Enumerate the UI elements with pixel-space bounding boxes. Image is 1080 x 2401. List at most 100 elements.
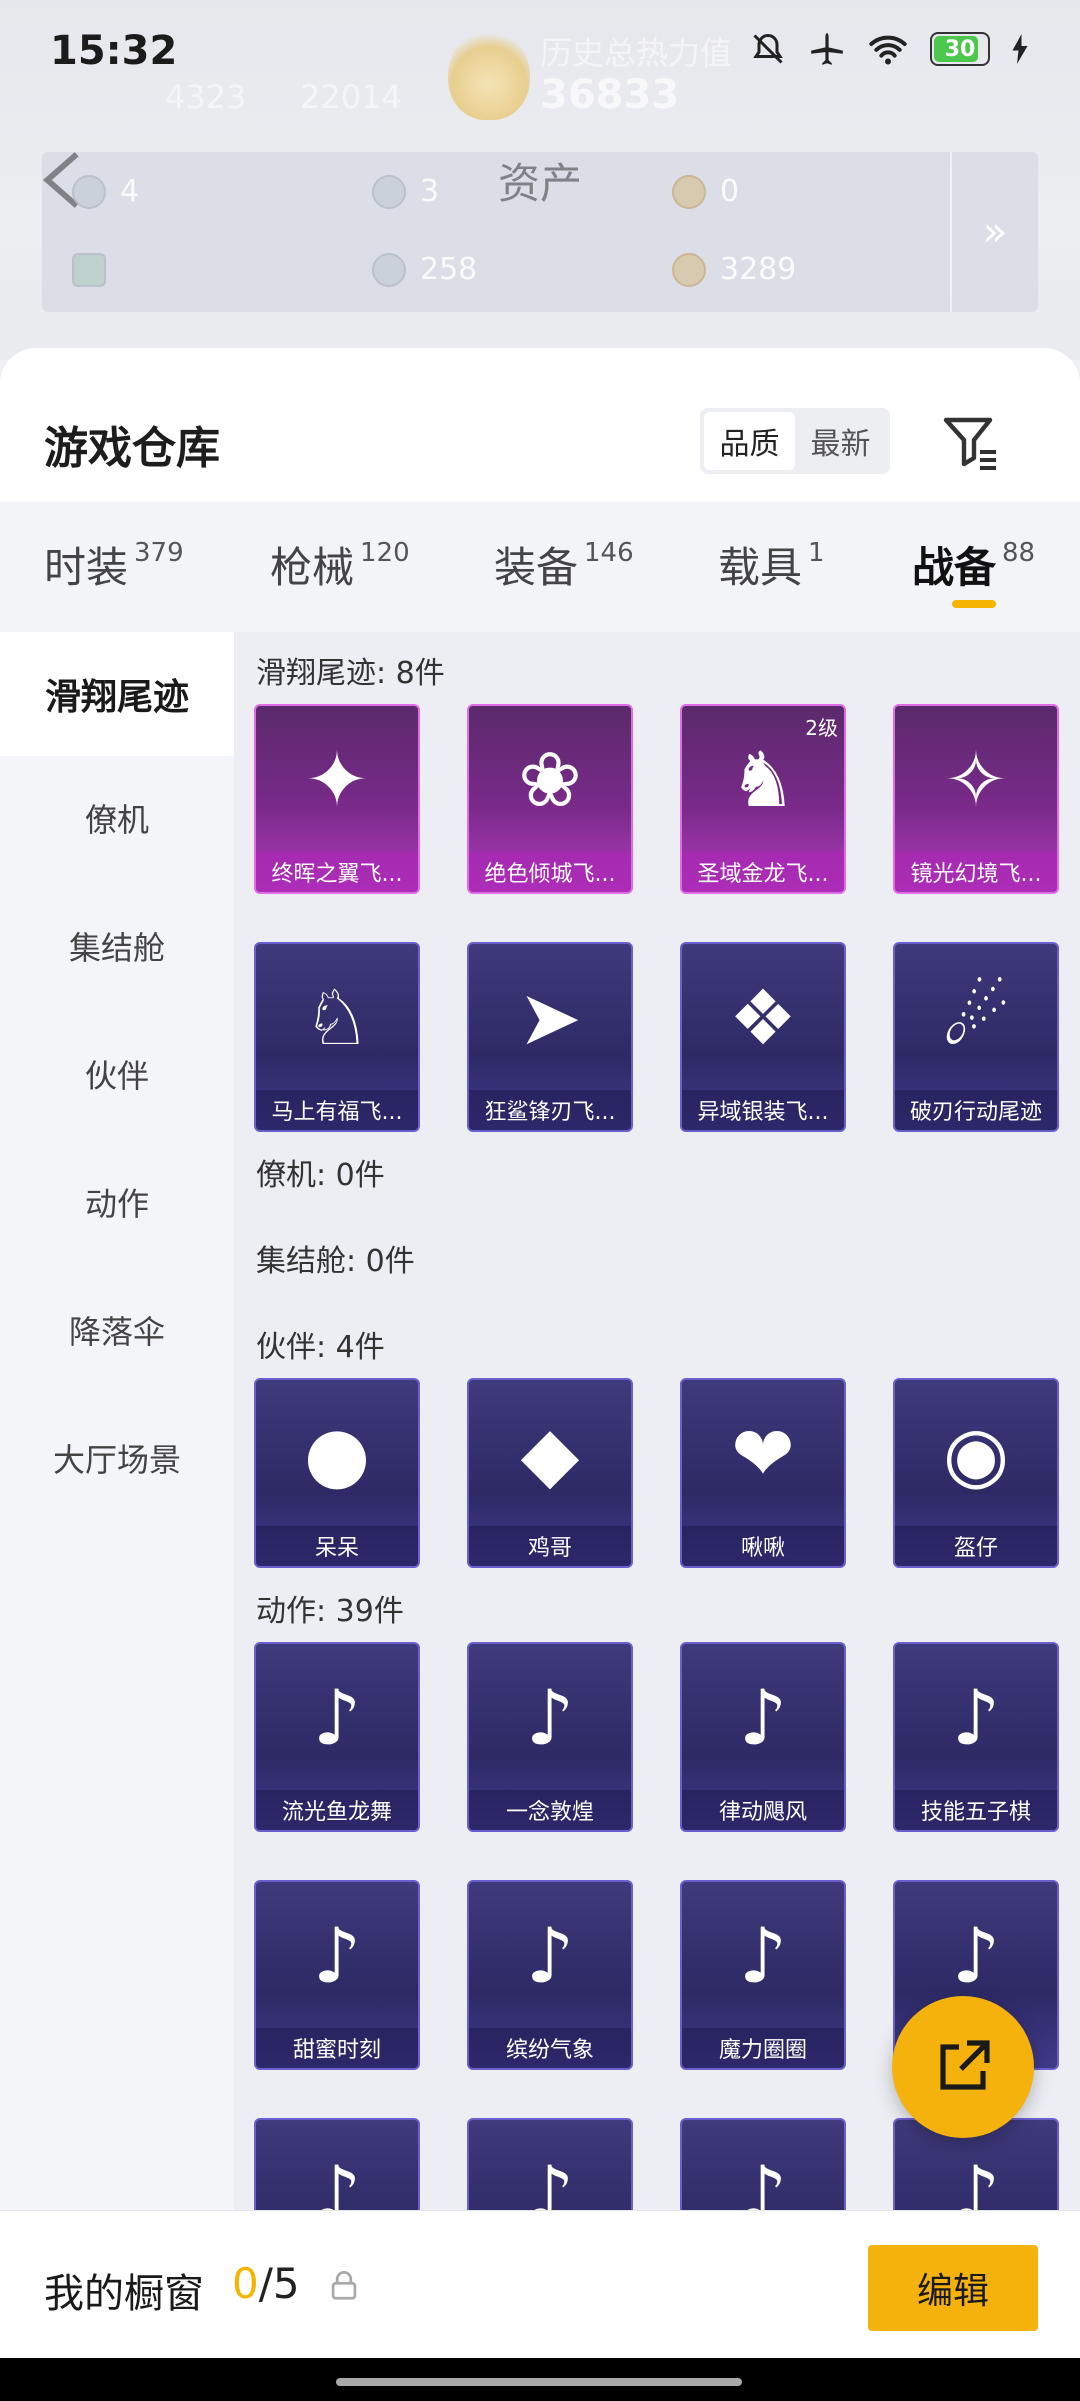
item-name: 甜蜜时刻	[256, 2028, 418, 2068]
asset-item: 4	[72, 174, 139, 209]
item-name: 律动飓风	[682, 1790, 844, 1830]
sidebar-item-wingman[interactable]: 僚机	[0, 756, 234, 880]
item-name: 绝色倾城飞...	[469, 852, 631, 892]
rooster-icon: ◆	[520, 1408, 580, 1498]
sort-newest-button[interactable]: 最新	[795, 412, 886, 470]
heat-label: 历史总热力值	[540, 34, 733, 72]
dance-pose-icon: ♪	[525, 1672, 575, 1762]
share-button[interactable]	[892, 1996, 1034, 2138]
item-name: 缤纷气象	[469, 2028, 631, 2068]
dance-pose-icon: ♪	[312, 1672, 362, 1762]
sidebar-item-glide-trail[interactable]: 滑翔尾迹	[0, 632, 234, 756]
section-title: 集结舱: 0件	[256, 1244, 415, 1279]
item-name: 终晖之翼飞...	[256, 852, 418, 892]
item-card[interactable]: ❀ 绝色倾城飞...	[467, 704, 633, 894]
item-name: 呆呆	[256, 1526, 418, 1566]
showcase-bar: 我的橱窗 0/5 编辑	[0, 2210, 1080, 2358]
item-card[interactable]: ♘ 马上有福飞...	[254, 942, 420, 1132]
section-title: 伙伴: 4件	[256, 1330, 385, 1365]
item-name: 马上有福飞...	[256, 1090, 418, 1130]
airplane-icon	[811, 33, 843, 65]
tab-fashion[interactable]: 时装 379	[44, 534, 184, 595]
item-name: 流光鱼龙舞	[256, 1790, 418, 1830]
share-out-icon	[940, 2040, 990, 2090]
item-card[interactable]: ☄ 破刃行动尾迹	[893, 942, 1059, 1132]
status-icons: 30	[750, 30, 1028, 68]
double-chevron-right-icon[interactable]: »	[950, 152, 1038, 312]
sort-quality-button[interactable]: 品质	[704, 412, 795, 470]
item-card[interactable]: ❖ 异域银装飞...	[680, 942, 846, 1132]
dance-pose-icon: ♪	[951, 1672, 1001, 1762]
item-name: 狂鲨锋刃飞...	[469, 1090, 631, 1130]
subcategory-sidebar: 滑翔尾迹 僚机 集结舱 伙伴 动作 降落伞 大厅场景	[0, 632, 234, 2401]
stat-b: 22014	[300, 78, 402, 116]
item-card[interactable]: ♪ 流光鱼龙舞	[254, 1642, 420, 1832]
gem-icon	[372, 252, 406, 287]
item-card[interactable]: ➤ 狂鲨锋刃飞...	[467, 942, 633, 1132]
battery-indicator: 30	[930, 32, 990, 66]
sidebar-item-emote[interactable]: 动作	[0, 1140, 234, 1264]
filter-icon[interactable]	[940, 412, 1000, 472]
warehouse-title: 游戏仓库	[44, 423, 220, 474]
smoke-trail-icon: ☄	[941, 972, 1011, 1062]
edit-button[interactable]: 编辑	[868, 2245, 1038, 2331]
crystal-wings-icon: ✧	[944, 734, 1008, 824]
section-title: 僚机: 0件	[256, 1158, 385, 1193]
bat-wing-icon: ❖	[728, 972, 798, 1062]
helmet-chick-icon: ◉	[942, 1408, 1010, 1498]
item-card[interactable]: ♪ 魔力圈圈	[680, 1880, 846, 2070]
item-name: 魔力圈圈	[682, 2028, 844, 2068]
asset-item: 3289	[672, 252, 796, 287]
item-name: 镜光幻境飞...	[895, 852, 1057, 892]
active-tab-indicator	[952, 600, 996, 608]
pink-bird-icon: ❤	[731, 1408, 795, 1498]
item-card[interactable]: ◆ 鸡哥	[467, 1378, 633, 1568]
level-badge: 2级	[805, 716, 838, 740]
item-card[interactable]: ◉ 盔仔	[893, 1378, 1059, 1568]
asset-item: 258	[372, 252, 477, 287]
wifi-icon	[869, 35, 907, 65]
item-card[interactable]: ❤ 啾啾	[680, 1378, 846, 1568]
dance-pose-icon: ♪	[525, 1910, 575, 2000]
silver-coin-icon	[372, 174, 406, 209]
asset-item: 3	[372, 174, 439, 209]
item-card[interactable]: ✧ 镜光幻境飞...	[893, 704, 1059, 894]
item-card[interactable]: ♪ 律动飓风	[680, 1642, 846, 1832]
sidebar-item-companion[interactable]: 伙伴	[0, 1012, 234, 1136]
tab-vehicles[interactable]: 载具 1	[718, 534, 825, 595]
sidebar-item-pod[interactable]: 集结舱	[0, 884, 234, 1008]
mute-bell-icon	[753, 33, 783, 64]
item-name: 盔仔	[895, 1526, 1057, 1566]
tab-weapons[interactable]: 枪械 120	[270, 534, 410, 595]
item-card[interactable]: ✦ 终晖之翼飞...	[254, 704, 420, 894]
asset-panel[interactable]: 4 3 0 0 258 3289 »	[42, 152, 1038, 312]
status-time: 15:32	[50, 28, 178, 74]
dance-pose-icon: ♪	[738, 1910, 788, 2000]
item-card[interactable]: ● 呆呆	[254, 1378, 420, 1568]
sidebar-item-parachute[interactable]: 降落伞	[0, 1268, 234, 1392]
tab-equipment[interactable]: 装备 146	[494, 534, 634, 595]
item-card[interactable]: ♪ 技能五子棋	[893, 1642, 1059, 1832]
item-name: 圣域金龙飞...	[682, 852, 844, 892]
item-card[interactable]: ♞ 2级 圣域金龙飞...	[680, 704, 846, 894]
home-indicator[interactable]	[336, 2378, 742, 2386]
item-name: 鸡哥	[469, 1526, 631, 1566]
item-name: 技能五子棋	[895, 1790, 1057, 1830]
item-name: 一念敦煌	[469, 1790, 631, 1830]
warehouse-header: 游戏仓库 品质 最新	[0, 348, 1080, 502]
item-card[interactable]: ♪ 甜蜜时刻	[254, 1880, 420, 2070]
asset-item: 0	[72, 252, 106, 287]
sort-toggle: 品质 最新	[700, 408, 890, 474]
tab-combat-gear[interactable]: 战备 88	[912, 534, 1035, 608]
heat-value: 36833	[540, 72, 680, 118]
showcase-count: 0/5	[232, 2259, 300, 2308]
wings-icon: ✦	[305, 734, 369, 824]
sidebar-item-lobby-scene[interactable]: 大厅场景	[0, 1396, 234, 1520]
item-card[interactable]: ♪ 缤纷气象	[467, 1880, 633, 2070]
lock-icon	[331, 2271, 357, 2300]
shark-icon: ➤	[518, 972, 582, 1062]
asset-item: 0	[672, 174, 739, 209]
item-card[interactable]: ♪ 一念敦煌	[467, 1642, 633, 1832]
showcase-title: 我的橱窗	[44, 2271, 204, 2317]
item-name: 异域银装飞...	[682, 1090, 844, 1130]
